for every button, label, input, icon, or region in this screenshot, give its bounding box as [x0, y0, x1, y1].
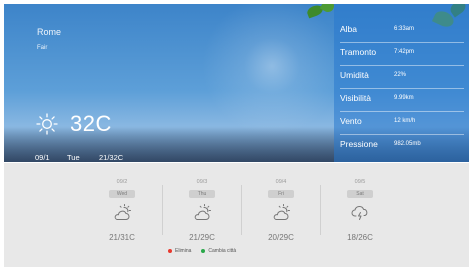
- detail-value: 22%: [394, 72, 407, 78]
- weather-condition: Fair: [37, 45, 48, 51]
- current-weather-hero: Rome Fair 32C 09/1 Tue 21/32C Alba 6:33a…: [4, 4, 469, 162]
- forecast-range: 20/29C: [268, 233, 294, 242]
- partly-cloudy-icon: [271, 203, 291, 228]
- forecast-range: 18/26C: [347, 233, 373, 242]
- red-dot-icon: [168, 249, 172, 253]
- forecast-date: 09/3: [196, 179, 208, 185]
- today-date: 09/1: [35, 153, 50, 162]
- detail-row: Vento 12 km/h: [340, 112, 464, 135]
- detail-value: 12 km/h: [394, 118, 416, 124]
- detail-label: Umidità: [340, 70, 369, 80]
- weather-app: Rome Fair 32C 09/1 Tue 21/32C Alba 6:33a…: [0, 0, 471, 271]
- detail-value: 982.05mb: [394, 141, 421, 147]
- change-city-action[interactable]: Cambia città: [201, 248, 236, 254]
- partly-cloudy-icon: [112, 203, 132, 228]
- forecast-range: 21/31C: [109, 233, 135, 242]
- forecast-date: 09/4: [275, 179, 287, 185]
- detail-label: Alba: [340, 24, 358, 34]
- current-temperature-row: 32C: [36, 111, 112, 137]
- forecast-day[interactable]: 09/2 Wed 21/31C: [82, 163, 162, 248]
- detail-label: Vento: [340, 116, 362, 126]
- partly-cloudy-icon: [192, 203, 212, 228]
- detail-row: Umidità 22%: [340, 66, 464, 89]
- today-range: 21/32C: [99, 153, 124, 162]
- delete-label: Elimina: [175, 248, 192, 254]
- forecast-day[interactable]: 09/3 Thu 21/29C: [162, 163, 242, 248]
- forecast-date: 09/2: [116, 179, 128, 185]
- detail-label: Pressione: [340, 139, 378, 149]
- sun-icon: [36, 113, 58, 135]
- forecast-day[interactable]: 09/4 Fri 20/29C: [241, 163, 321, 248]
- forecast-weekday: Fri: [268, 190, 294, 198]
- forecast-weekday: Thu: [189, 190, 215, 198]
- detail-label: Visibilità: [340, 93, 372, 103]
- thunderstorm-icon: [350, 203, 370, 228]
- details-panel: Alba 6:33am Tramonto 7:42pm Umidità 22% …: [334, 4, 469, 162]
- action-legend: Elimina Cambia città: [168, 248, 236, 254]
- delete-action[interactable]: Elimina: [168, 248, 191, 254]
- detail-value: 9.99km: [394, 95, 414, 101]
- forecast-range: 21/29C: [189, 233, 215, 242]
- forecast-day[interactable]: 09/5 Sat 18/26C: [320, 163, 400, 248]
- detail-row: Tramonto 7:42pm: [340, 43, 464, 66]
- current-temperature: 32C: [70, 111, 112, 136]
- detail-row: Alba 6:33am: [340, 20, 464, 43]
- detail-row: Pressione 982.05mb: [340, 135, 464, 157]
- detail-value: 6:33am: [394, 26, 415, 32]
- today-weekday: Tue: [67, 153, 80, 162]
- forecast-weekday: Wed: [109, 190, 135, 198]
- city-name: Rome: [37, 27, 62, 37]
- forecast-weekday: Sat: [347, 190, 373, 198]
- today-date-line: 09/1 Tue 21/32C: [35, 153, 123, 162]
- detail-row: Visibilità 9.99km: [340, 89, 464, 112]
- detail-label: Tramonto: [340, 47, 377, 57]
- forecast-date: 09/5: [354, 179, 366, 185]
- detail-value: 7:42pm: [394, 49, 415, 55]
- green-dot-icon: [201, 249, 206, 253]
- forecast-section: 09/2 Wed 21/31C 09/3 Thu 21/29C 09/4 Fri…: [4, 163, 469, 267]
- change-city-label: Cambia città: [208, 248, 237, 254]
